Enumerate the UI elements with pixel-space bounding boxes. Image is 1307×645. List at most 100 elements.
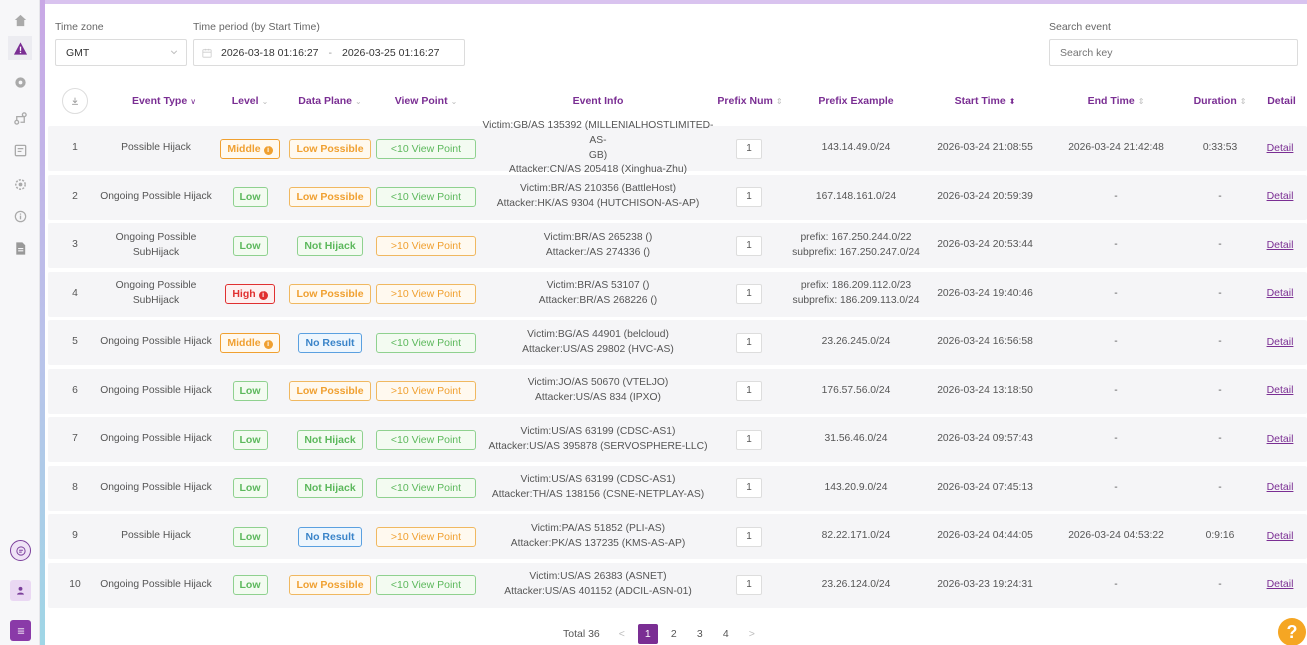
prefix-num-cell: 1	[736, 466, 762, 511]
table-row[interactable]: 7 Ongoing Possible Hijack Low Not Hijack…	[48, 417, 1307, 462]
detail-link[interactable]: Detail	[1267, 577, 1294, 592]
col-duration[interactable]: Duration ⇕	[1184, 83, 1256, 119]
data-plane-badge: No Result	[298, 332, 362, 353]
col-prefix-num[interactable]: Prefix Num ⇕	[716, 83, 784, 119]
page-1-button[interactable]: 1	[637, 624, 658, 644]
end-time: -	[1114, 384, 1118, 396]
menu-icon[interactable]	[10, 620, 31, 641]
search-input[interactable]	[1049, 39, 1298, 66]
detail-link[interactable]: Detail	[1267, 383, 1294, 398]
prefix-num: 1	[736, 187, 762, 207]
info-icon[interactable]	[8, 204, 32, 228]
event-info-line: Attacker:US/AS 401152 (ADCIL-ASN-01)	[504, 586, 692, 597]
detail-link[interactable]: Detail	[1267, 141, 1294, 156]
col-end-time[interactable]: End Time ⇕	[1048, 83, 1184, 119]
event-type: Ongoing Possible Hijack	[100, 190, 212, 202]
row-index: 6	[72, 384, 78, 396]
user-icon[interactable]	[10, 580, 31, 601]
alert-icon[interactable]	[8, 36, 32, 60]
next-page-button[interactable]: >	[742, 624, 762, 644]
download-button[interactable]	[62, 88, 88, 114]
page-3-button[interactable]: 3	[690, 624, 710, 644]
prefix-example-line: 143.14.49.0/24	[821, 142, 891, 154]
event-info-line: Victim:BG/AS 44901 (belcloud)	[527, 328, 669, 340]
view-point-cell: >10 View Point	[376, 514, 476, 559]
help-button[interactable]: ?	[1278, 618, 1306, 645]
event-info: Victim:GB/AS 135392 (MILLENIALHOSTLIMITE…	[480, 120, 716, 176]
table-row[interactable]: 10 Ongoing Possible Hijack Low Low Possi…	[48, 562, 1307, 608]
dashboard-icon[interactable]	[8, 70, 32, 94]
view-point-badge: >10 View Point	[376, 284, 476, 304]
table-row[interactable]: 6 Ongoing Possible Hijack Low Low Possib…	[48, 368, 1307, 414]
detail-link[interactable]: Detail	[1267, 529, 1294, 544]
detail-link[interactable]: Detail	[1267, 480, 1294, 495]
duration: -	[1218, 336, 1222, 348]
data-plane-badge: Low Possible	[289, 138, 371, 159]
route-icon[interactable]	[8, 106, 32, 130]
detail-link[interactable]: Detail	[1267, 238, 1294, 253]
page-4-button[interactable]: 4	[716, 624, 736, 644]
detail-link[interactable]: Detail	[1267, 335, 1294, 350]
view-point-badge: >10 View Point	[376, 381, 476, 401]
prefix-example: 143.14.49.0/24	[786, 126, 926, 171]
period-range-picker[interactable]: 2026-03-18 01:16:27 - 2026-03-25 01:16:2…	[193, 39, 465, 66]
data-plane-badge: No Result	[298, 526, 362, 547]
chevron-down-icon: ∨	[190, 97, 197, 106]
settings-icon[interactable]	[8, 172, 32, 196]
prev-page-button[interactable]: <	[612, 624, 632, 644]
level-cell: Low	[216, 466, 284, 511]
period-end[interactable]: 2026-03-25 01:16:27	[342, 47, 440, 59]
table-row[interactable]: 1 Possible Hijack Middle i Low Possible <…	[48, 120, 1307, 176]
data-plane-badge: Not Hijack	[297, 478, 363, 498]
chat-icon[interactable]	[10, 540, 31, 561]
col-view-point[interactable]: View Point ⌄	[376, 83, 476, 119]
pagination: Total 36 < 1 2 3 4 >	[563, 624, 768, 644]
start-time: 2026-03-24 07:45:13	[937, 481, 1033, 493]
timezone-select[interactable]: GMT	[55, 39, 187, 66]
start-time: 2026-03-24 16:56:58	[937, 336, 1033, 348]
event-info-line: Victim:US/AS 26383 (ASNET)	[529, 571, 667, 583]
report-icon[interactable]	[8, 138, 32, 162]
col-level[interactable]: Level ⌄	[216, 83, 284, 119]
col-event-info: Event Info	[572, 95, 624, 107]
level-cell: Low	[216, 223, 284, 268]
detail-link[interactable]: Detail	[1267, 286, 1294, 301]
page-2-button[interactable]: 2	[664, 624, 684, 644]
table-row[interactable]: 5 Ongoing Possible Hijack Middle i No Res…	[48, 320, 1307, 365]
end-time: -	[1114, 190, 1118, 202]
prefix-num-cell: 1	[736, 369, 762, 414]
table-row[interactable]: 4 Ongoing Possible SubHijack High i Low P…	[48, 271, 1307, 317]
data-plane-cell: No Result	[288, 514, 372, 559]
event-type: Possible Hijack	[121, 142, 191, 154]
col-data-plane[interactable]: Data Plane ⌄	[288, 83, 372, 119]
level-cell: Middle i	[216, 320, 284, 365]
table-row[interactable]: 8 Ongoing Possible Hijack Low Not Hijack…	[48, 465, 1307, 511]
prefix-example-line: subprefix: 186.209.113.0/24	[792, 295, 920, 306]
detail-link[interactable]: Detail	[1267, 432, 1294, 447]
view-point-badge: <10 View Point	[376, 332, 476, 353]
data-plane-cell: Low Possible	[288, 563, 372, 608]
period-separator: -	[328, 46, 333, 59]
prefix-example: prefix: 186.209.112.0/23 subprefix: 186.2…	[786, 272, 926, 317]
col-start-time[interactable]: Start Time ⬍	[928, 83, 1042, 119]
row-index: 1	[72, 142, 78, 154]
row-index: 10	[69, 578, 81, 590]
end-time: -	[1114, 287, 1118, 299]
document-icon[interactable]	[8, 236, 32, 260]
table-row[interactable]: 2 Ongoing Possible Hijack Low Low Possib…	[48, 174, 1307, 220]
home-icon[interactable]	[8, 8, 32, 32]
event-info-line: Victim:GB/AS 135392 (MILLENIALHOSTLIMITE…	[482, 119, 714, 146]
view-point-cell: <10 View Point	[376, 563, 476, 608]
table-row[interactable]: 3 Ongoing Possible SubHijack Low Not Hij…	[48, 223, 1307, 268]
detail-cell: Detail	[1260, 320, 1300, 365]
start-time: 2026-03-24 21:08:55	[937, 142, 1033, 154]
prefix-example-line: 82.22.171.0/24	[821, 530, 891, 542]
period-start[interactable]: 2026-03-18 01:16:27	[221, 47, 319, 59]
detail-link[interactable]: Detail	[1267, 189, 1294, 204]
sort-desc-icon: ⬍	[1008, 97, 1016, 106]
prefix-example: 23.26.245.0/24	[786, 320, 926, 365]
prefix-example: 31.56.46.0/24	[786, 417, 926, 462]
col-event-type[interactable]: Event Type ∨	[108, 83, 220, 119]
table-row[interactable]: 9 Possible Hijack Low No Result >10 View…	[48, 514, 1307, 559]
prefix-example-line: 23.26.245.0/24	[821, 336, 891, 348]
